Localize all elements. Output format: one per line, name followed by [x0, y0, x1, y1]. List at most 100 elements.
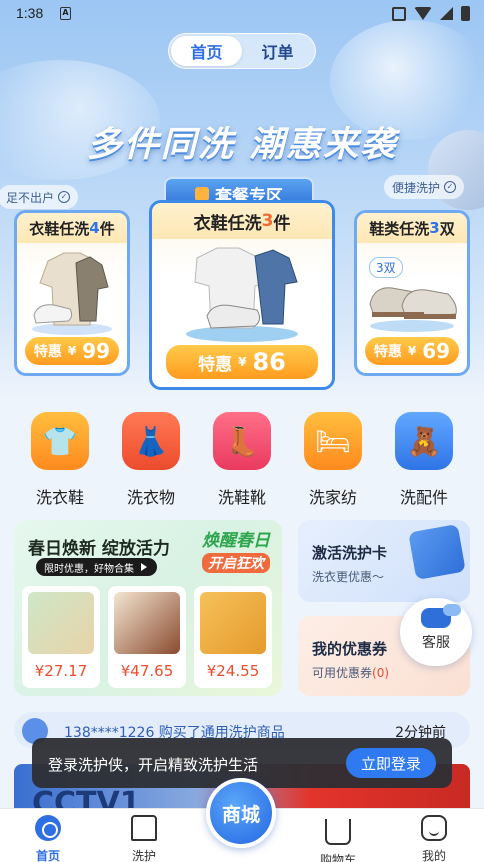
status-time: 1:38 — [16, 5, 44, 21]
sim-icon: A — [60, 7, 71, 20]
price-amount: 99 — [82, 339, 111, 363]
category-label: 洗衣物 — [126, 488, 175, 507]
home-icon — [35, 815, 61, 841]
wifi-icon — [414, 7, 432, 20]
promo-title: 春日焕新 绽放活力 — [28, 539, 170, 559]
tabbar-me[interactable]: 我的 — [394, 815, 474, 862]
promo-art: 焕醒春日 开启狂欢 — [186, 526, 282, 576]
banner-brand: CCTV1 — [32, 786, 141, 810]
package-card-4-items[interactable]: 衣鞋任洗 4 件 特惠 ¥ 99 — [14, 210, 130, 376]
smile-icon — [421, 815, 447, 841]
category-wash-clothes-shoes[interactable]: 👕 洗衣鞋 — [20, 412, 100, 508]
tabbar-label: 首页 — [35, 849, 60, 862]
login-now-button[interactable]: 立即登录 — [346, 748, 436, 778]
category-wash-clothing[interactable]: 👗 洗衣物 — [111, 412, 191, 508]
customer-service-label: 客服 — [422, 635, 450, 651]
tab-home[interactable]: 首页 — [171, 36, 242, 66]
card-title-unit: 件 — [99, 219, 115, 238]
price-label: 特惠 — [33, 344, 62, 360]
item-price: ¥47.65 — [120, 662, 174, 680]
tabbar-care[interactable]: 洗护 — [104, 815, 184, 862]
battery-icon — [461, 6, 470, 21]
shirt-shoe-icon: 👕 — [31, 412, 89, 470]
category-label: 洗鞋靴 — [217, 488, 266, 507]
chip-convenient: 便捷洗护 ✓ — [384, 175, 465, 199]
card-title: 衣鞋任洗 3 件 — [152, 203, 332, 239]
bear-icon: 🧸 — [395, 412, 453, 470]
category-label: 洗衣鞋 — [35, 488, 84, 507]
boot-icon: 👢 — [213, 412, 271, 470]
category-wash-home-textiles[interactable]: 🛏 洗家纺 — [293, 412, 373, 508]
cart-icon — [325, 819, 351, 845]
check-circle-icon: ✓ — [58, 191, 71, 203]
chip-label: 便捷洗护 — [392, 180, 441, 195]
tabbar-cart[interactable]: 购物车 — [298, 815, 378, 862]
customer-service-button[interactable]: 客服 — [400, 598, 472, 666]
item-price: ¥24.55 — [206, 662, 260, 680]
package-card-3-pairs-shoes[interactable]: 鞋类任洗 3 双 3双 特惠 ¥ 69 — [354, 210, 470, 376]
dress-icon: 👗 — [122, 412, 180, 470]
hero-headline: 多件同洗 潮惠来袭 — [86, 125, 398, 165]
card-title-text: 衣鞋任洗 — [193, 213, 262, 234]
promo-item[interactable]: ¥47.65 — [108, 586, 186, 688]
clothes-shoes-image — [17, 243, 127, 339]
package-icon — [195, 187, 209, 201]
coupons-count: (0) — [372, 666, 390, 680]
product-image — [114, 592, 180, 654]
signal-icon — [440, 7, 453, 20]
category-wash-boots[interactable]: 👢 洗鞋靴 — [202, 412, 282, 508]
price-amount: 69 — [422, 339, 451, 363]
card-title-text: 鞋类任洗 — [369, 219, 430, 238]
spring-promo-card[interactable]: 春日焕新 绽放活力 限时优惠，好物合集 焕醒春日 开启狂欢 ¥27.17 ¥47… — [14, 520, 282, 696]
product-image — [28, 592, 94, 654]
promo-tag-text: 限时优惠，好物合集 — [44, 563, 134, 575]
category-wash-accessories[interactable]: 🧸 洗配件 — [384, 412, 464, 508]
status-bar: 1:38 A — [0, 0, 484, 28]
activate-care-card[interactable]: 激活洗护卡 洗衣更优惠～ — [298, 520, 470, 602]
card-title: 衣鞋任洗 4 件 — [17, 213, 127, 243]
tab-orders[interactable]: 订单 — [242, 36, 313, 66]
promo-art-line2: 开启狂欢 — [202, 553, 270, 573]
promo-item[interactable]: ¥27.17 — [22, 586, 100, 688]
card-icon — [408, 524, 466, 580]
price-label: 特惠 — [373, 344, 402, 360]
package-card-3-items[interactable]: 衣鞋任洗 3 件 特惠 ¥ 86 — [149, 200, 335, 390]
promo-items: ¥27.17 ¥47.65 ¥24.55 — [22, 586, 272, 688]
tabbar-label: 洗护 — [131, 849, 156, 862]
price-amount: 86 — [252, 348, 286, 376]
card-title: 鞋类任洗 3 双 — [357, 213, 467, 243]
activate-subtitle: 洗衣更优惠～ — [312, 570, 385, 584]
promo-item[interactable]: ¥24.55 — [194, 586, 272, 688]
pairs-badge: 3双 — [369, 257, 403, 278]
check-circle-icon: ✓ — [444, 181, 457, 193]
price-pill: 特惠 ¥ 86 — [166, 345, 318, 379]
coupons-title: 我的优惠券 — [312, 640, 388, 658]
promo-tag[interactable]: 限时优惠，好物合集 — [36, 558, 157, 576]
mall-center-button[interactable]: 商城 — [206, 778, 276, 848]
status-icons — [392, 6, 470, 21]
card-title-count: 3 — [261, 211, 274, 231]
card-title-count: 4 — [89, 219, 100, 237]
currency-sign: ¥ — [407, 344, 417, 358]
coupons-subtitle-text: 可用优惠券 — [312, 666, 373, 680]
activate-title: 激活洗护卡 — [312, 544, 388, 562]
currency-sign: ¥ — [238, 355, 247, 369]
card-title-text: 衣鞋任洗 — [29, 219, 90, 238]
promo-art-line1: 焕醒春日 — [202, 531, 270, 551]
chat-bubble-icon — [421, 604, 461, 628]
chip-door-to-door: 足不出户 ✓ — [0, 185, 79, 209]
tabbar-label: 我的 — [421, 849, 446, 862]
price-label: 特惠 — [198, 354, 233, 375]
clothes-shoes-image — [152, 239, 332, 343]
item-price: ¥27.17 — [34, 662, 88, 680]
vibrate-icon — [392, 6, 406, 21]
shirt-icon — [131, 815, 157, 841]
product-image — [200, 592, 266, 654]
price-pill: 特惠 ¥ 69 — [365, 337, 459, 365]
price-pill: 特惠 ¥ 99 — [25, 337, 119, 365]
category-label: 洗家纺 — [308, 488, 357, 507]
card-title-unit: 双 — [439, 219, 455, 238]
tabbar-label: 购物车 — [319, 853, 356, 862]
tabbar-home[interactable]: 首页 — [8, 815, 88, 862]
toast-message: 登录洗护侠，开启精致洗护生活 — [48, 756, 259, 774]
